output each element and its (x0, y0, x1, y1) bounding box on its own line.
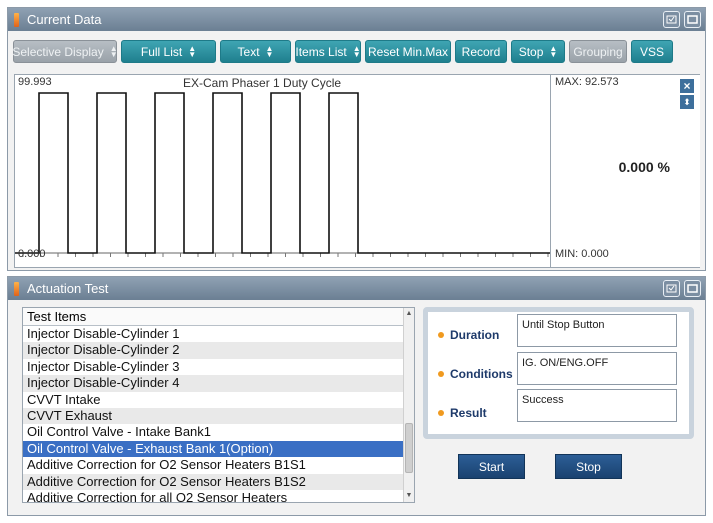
graph-side-panel: MAX: 92.573 × ⬍ 0.000 % MIN: 0.000 (550, 75, 700, 267)
updown-icon: ▲ ▼ (188, 43, 197, 59)
conditions-field: IG. ON/ENG.OFF (517, 352, 677, 385)
reset-label: Reset Min.Max (367, 44, 449, 59)
scroll-thumb[interactable] (405, 423, 413, 473)
test-item[interactable]: CVVT Intake (23, 392, 404, 408)
test-item[interactable]: Oil Control Valve - Exhaust Bank 1(Optio… (23, 440, 404, 458)
stop-label: Stop (518, 44, 544, 59)
bullet-icon (438, 371, 444, 377)
test-item[interactable]: Oil Control Valve - Intake Bank1 (23, 424, 404, 440)
test-item[interactable]: Additive Correction for all O2 Sensor He… (23, 490, 404, 502)
record-label: Record (461, 44, 501, 59)
test-item[interactable]: Additive Correction for O2 Sensor Heater… (23, 457, 404, 473)
grouping-label: Grouping (573, 44, 623, 59)
duration-field: Until Stop Button (517, 314, 677, 347)
bullet-icon (438, 332, 444, 338)
start-button[interactable]: Start (458, 454, 525, 479)
result-label: Result (450, 406, 487, 420)
list-scrollbar[interactable]: ▲ ▼ (403, 308, 414, 502)
stop-button[interactable]: Stop ▲ ▼ (511, 40, 565, 63)
list-header: Test Items (23, 308, 414, 326)
current-data-toolbar: Selective Display ▲ ▼ Full List ▲ ▼ Text ▲… (12, 40, 673, 66)
expand-arrows-icon[interactable]: ⬍ (680, 95, 694, 109)
min-readout: MIN: 0.000 (555, 248, 609, 260)
data-graph: 99.993 EX-Cam Phaser 1 Duty Cycle 0.000 … (14, 74, 700, 268)
maximize-icon[interactable] (684, 280, 701, 297)
updown-icon: ▲ ▼ (265, 43, 274, 59)
vss-button[interactable]: VSS (631, 40, 673, 63)
test-items-list: Test Items Injector Disable-Cylinder 1 In… (22, 307, 415, 503)
conditions-row: Conditions (438, 367, 513, 381)
actuation-titlebar: Actuation Test (8, 277, 705, 300)
test-item[interactable]: Injector Disable-Cylinder 3 (23, 359, 404, 375)
text-button[interactable]: Text ▲ ▼ (220, 40, 291, 63)
retry-icon[interactable] (663, 280, 680, 297)
duration-row: Duration (438, 328, 510, 342)
updown-icon: ▲ ▼ (109, 43, 118, 59)
selective-display-label: Selective Display (12, 44, 104, 59)
full-list-label: Full List (140, 44, 183, 59)
close-graph-icon[interactable]: × (680, 79, 694, 93)
actuation-title: Actuation Test (27, 281, 109, 296)
retry-icon[interactable] (663, 11, 680, 28)
stop-test-button[interactable]: Stop (555, 454, 622, 479)
test-item[interactable]: Injector Disable-Cylinder 1 (23, 326, 404, 342)
test-item[interactable]: Additive Correction for O2 Sensor Heater… (23, 473, 404, 490)
selective-display-button[interactable]: Selective Display ▲ ▼ (12, 40, 118, 63)
result-field: Success (517, 389, 677, 422)
y-max-label: 99.993 (18, 76, 52, 88)
items-list-label: Items List (295, 44, 347, 59)
bullet-icon (438, 410, 444, 416)
items-list-button[interactable]: Items List ▲ ▼ (295, 40, 361, 63)
conditions-label: Conditions (450, 367, 513, 381)
current-value: 0.000 % (618, 159, 670, 175)
result-row: Result (438, 406, 510, 420)
test-item[interactable]: Injector Disable-Cylinder 4 (23, 375, 404, 392)
maximize-icon[interactable] (684, 11, 701, 28)
current-data-panel: Current Data Selective Display ▲ ▼ Full L… (7, 7, 706, 271)
test-items-container: Injector Disable-Cylinder 1 Injector Disa… (23, 326, 404, 502)
updown-icon: ▲ ▼ (549, 43, 558, 59)
waveform-line (15, 92, 550, 254)
reset-min-max-button[interactable]: Reset Min.Max (365, 40, 451, 63)
vss-label: VSS (639, 44, 664, 59)
title-bullet-icon (14, 281, 19, 296)
max-readout: MAX: 92.573 (555, 76, 619, 88)
current-data-titlebar: Current Data (8, 8, 705, 31)
duty-cycle-waveform (15, 92, 550, 257)
test-info-box: Duration Until Stop Button Conditions IG… (423, 307, 694, 439)
graph-title: EX-Cam Phaser 1 Duty Cycle (183, 76, 342, 90)
scroll-down-icon[interactable]: ▼ (404, 490, 414, 502)
title-bullet-icon (14, 12, 19, 27)
record-button[interactable]: Record (455, 40, 507, 63)
y-min-label: 0.000 (18, 248, 46, 260)
current-data-title: Current Data (27, 12, 102, 27)
test-item[interactable]: CVVT Exhaust (23, 407, 404, 425)
scroll-up-icon[interactable]: ▲ (404, 308, 414, 320)
text-label: Text (237, 44, 260, 59)
duration-label: Duration (450, 328, 500, 342)
actuation-test-panel: Actuation Test Test Items Injector Disab… (7, 276, 706, 516)
grouping-button[interactable]: Grouping (569, 40, 627, 63)
updown-icon: ▲ ▼ (352, 43, 361, 59)
full-list-button[interactable]: Full List ▲ ▼ (121, 40, 216, 63)
test-item[interactable]: Injector Disable-Cylinder 2 (23, 342, 404, 359)
